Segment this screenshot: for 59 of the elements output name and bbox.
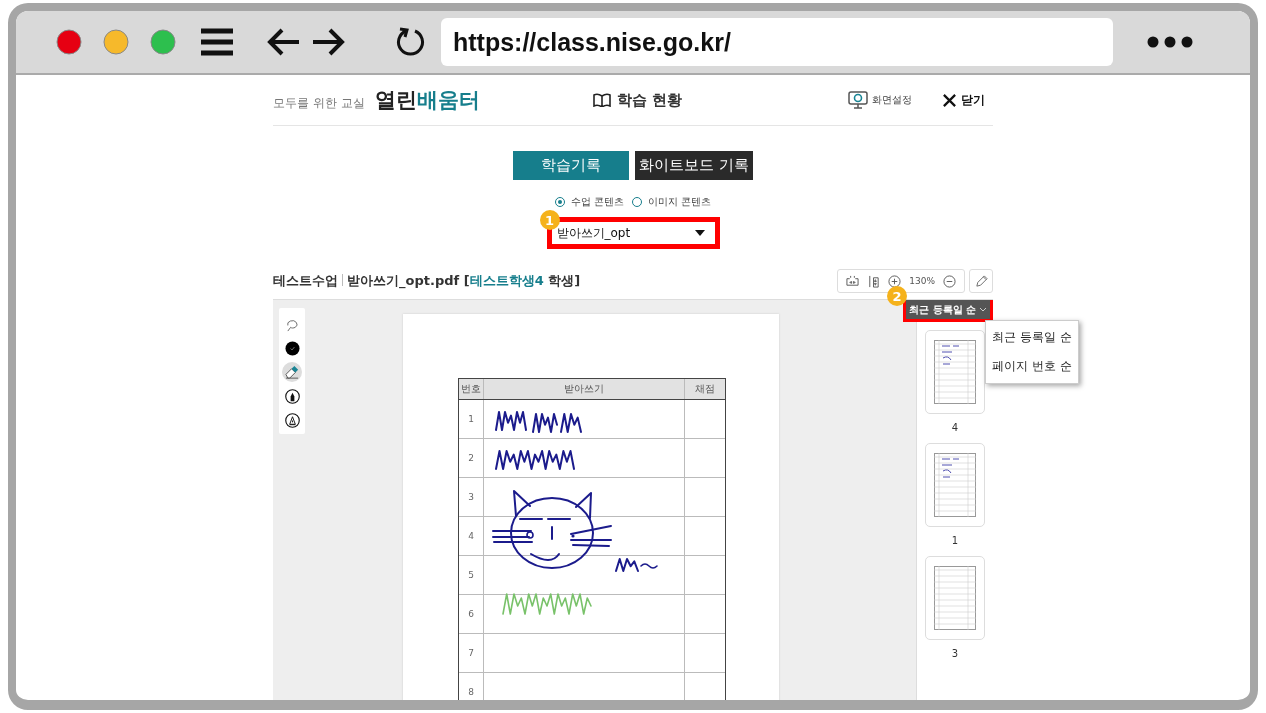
close-icon — [942, 92, 957, 108]
zoom-out-icon[interactable] — [943, 274, 956, 288]
column-header: 채점 — [694, 382, 716, 396]
more-options-icon[interactable] — [1147, 36, 1193, 48]
drawing-tool[interactable] — [282, 386, 302, 406]
page-number: 1 — [951, 535, 959, 546]
minimize-window-dot-icon[interactable] — [103, 29, 129, 55]
fit-width-icon[interactable] — [846, 274, 860, 288]
screen-settings-button[interactable]: 화면설정 — [848, 91, 912, 109]
menu-icon[interactable] — [201, 28, 233, 56]
forward-arrow-icon[interactable] — [311, 28, 345, 56]
document-title: 테스트수업 받아쓰기_opt.pdf [테스트학생4 학생] — [273, 272, 581, 290]
sort-dropdown[interactable]: 최근 등록일 순 — [906, 300, 990, 319]
dropdown-caret-icon — [694, 230, 705, 236]
column-header: 번호 — [459, 379, 484, 399]
book-icon — [593, 93, 611, 107]
row-number: 3 — [459, 478, 484, 516]
page-number: 4 — [951, 422, 959, 433]
monitor-icon — [848, 91, 868, 109]
back-arrow-icon[interactable] — [267, 28, 301, 56]
row-number: 6 — [459, 595, 484, 633]
close-window-dot-icon[interactable] — [56, 29, 82, 55]
row-number: 2 — [459, 439, 484, 477]
color-swatch-icon — [284, 340, 300, 356]
address-field[interactable]: https://class.nise.go.kr/ — [441, 18, 1113, 66]
menu-item[interactable]: 페이지 번호 순 — [992, 352, 1072, 381]
drawing-tool[interactable] — [282, 338, 302, 358]
menu-item[interactable]: 최근 등록일 순 — [992, 323, 1072, 352]
callout-badge: 1 — [539, 210, 560, 230]
callout-badge: 2 — [887, 286, 908, 306]
eraser-icon — [284, 364, 300, 380]
page-number: 3 — [951, 648, 959, 659]
drawing-tool[interactable] — [282, 410, 302, 430]
fit-height-icon[interactable] — [867, 274, 881, 288]
reload-icon[interactable] — [395, 26, 427, 58]
radio-label: 이미지 콘텐츠 — [648, 195, 712, 209]
row-number: 5 — [459, 556, 484, 594]
chevron-icon — [979, 307, 987, 312]
page-thumbnail[interactable] — [925, 556, 985, 640]
tab[interactable]: 화이트보드 기록 — [635, 151, 753, 180]
zoom-in-icon[interactable] — [888, 274, 902, 288]
site-logo[interactable]: 모두를 위한 교실 열린배움터 — [273, 86, 593, 114]
row-number: 8 — [459, 673, 484, 700]
column-header: 받아쓰기 — [484, 379, 685, 399]
zoom-level: 130% — [909, 276, 935, 286]
maximize-window-dot-icon[interactable] — [150, 29, 176, 55]
tab[interactable]: 학습기록 — [513, 151, 630, 180]
radio-label: 수업 콘텐츠 — [570, 195, 624, 209]
row-number: 4 — [459, 517, 484, 555]
pencil-icon — [974, 274, 988, 288]
page-thumbnail[interactable] — [925, 443, 985, 527]
row-number: 1 — [459, 400, 484, 438]
marker-icon — [284, 388, 300, 404]
row-number: 7 — [459, 634, 484, 672]
close-button[interactable]: 닫기 — [942, 91, 985, 109]
pen-icon — [284, 412, 300, 428]
page-title: 학습 현황 — [617, 90, 683, 110]
edit-button[interactable] — [969, 269, 993, 293]
page-thumbnail[interactable] — [925, 330, 985, 414]
